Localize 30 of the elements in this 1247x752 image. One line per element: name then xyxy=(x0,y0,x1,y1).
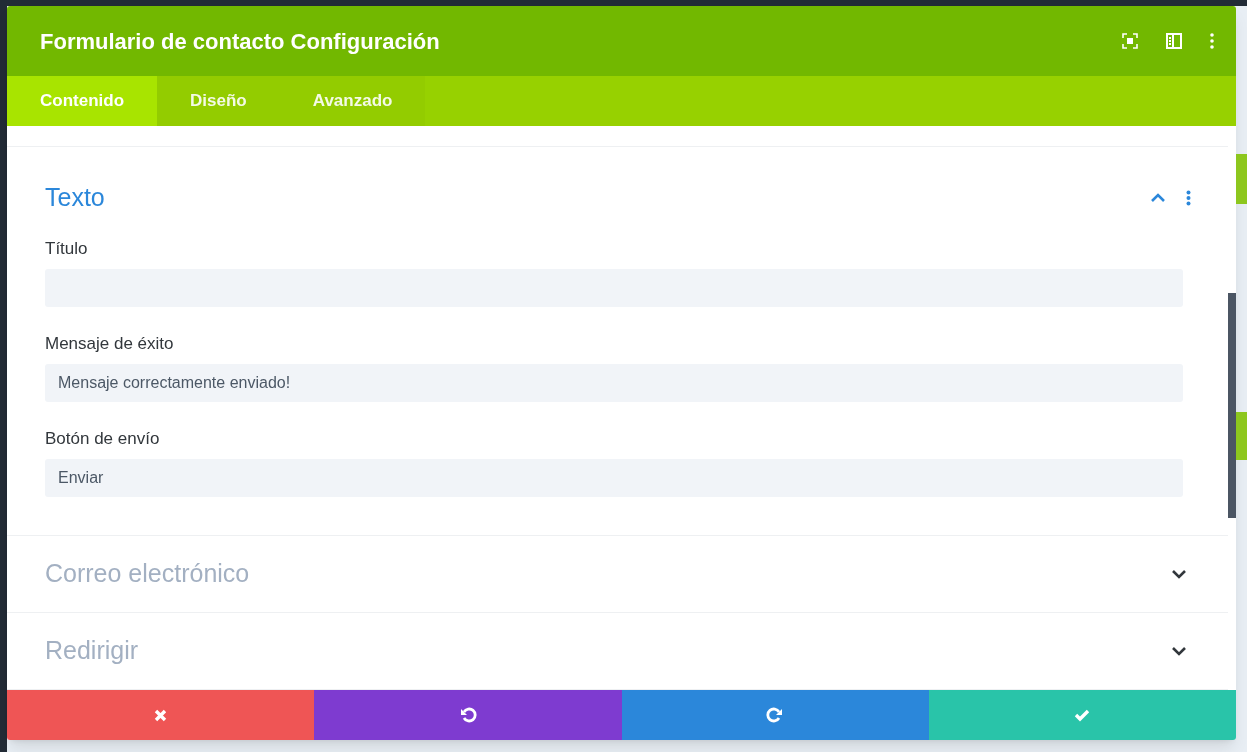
discard-button[interactable] xyxy=(7,690,315,740)
more-options-icon[interactable] xyxy=(1186,190,1191,206)
field-label: Mensaje de éxito xyxy=(45,334,175,354)
section-header[interactable]: Texto xyxy=(45,147,1190,231)
undo-icon xyxy=(458,707,477,723)
field-label: Botón de envío xyxy=(45,429,161,449)
text-field[interactable]: Mensaje correctamente enviado! xyxy=(45,364,1183,402)
redo-icon xyxy=(766,707,785,723)
undo-button[interactable] xyxy=(314,690,622,740)
redo-button[interactable] xyxy=(621,690,929,740)
save-button[interactable] xyxy=(928,690,1236,740)
window-title: Formulario de contacto Configuración xyxy=(40,27,441,56)
background-panel xyxy=(1236,154,1247,204)
more-options-icon[interactable] xyxy=(1210,33,1214,49)
background-panel xyxy=(1236,412,1247,460)
close-icon xyxy=(154,708,168,722)
scrollbar-thumb[interactable] xyxy=(1228,293,1236,518)
section-header[interactable]: Correo electrónico xyxy=(45,536,1190,612)
chevron-up-icon xyxy=(1150,193,1166,203)
section-header[interactable]: Redirigir xyxy=(45,613,1190,689)
chevron-down-icon xyxy=(1171,646,1187,656)
chevron-down-icon xyxy=(1171,569,1187,579)
tab[interactable]: Contenido xyxy=(7,76,158,126)
split-view-icon[interactable] xyxy=(1166,33,1182,49)
check-icon xyxy=(1074,708,1091,722)
tab[interactable]: Avanzado xyxy=(279,76,426,126)
text-field[interactable]: Enviar xyxy=(45,459,1183,497)
fullscreen-icon[interactable] xyxy=(1122,33,1138,49)
field-label: Título xyxy=(45,239,89,259)
tab[interactable]: Diseño xyxy=(157,76,280,126)
